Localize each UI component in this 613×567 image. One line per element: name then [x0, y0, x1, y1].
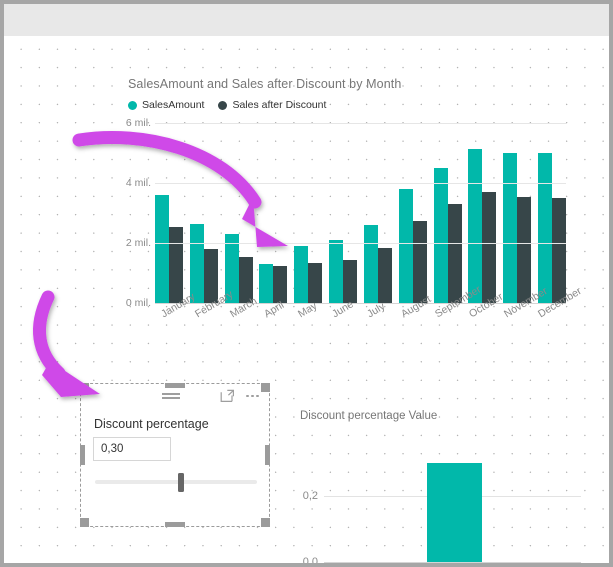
y-axis-tick-label: 6 mil. — [125, 117, 151, 129]
bar[interactable] — [169, 226, 183, 303]
bar[interactable] — [468, 148, 483, 303]
resize-handle-bottom-right[interactable] — [261, 518, 270, 527]
bar[interactable] — [377, 247, 392, 303]
discount-percentage-input[interactable]: 0,30 — [93, 437, 171, 461]
discount-slider-thumb[interactable] — [178, 473, 184, 492]
bar[interactable] — [343, 259, 358, 303]
report-top-band — [4, 4, 609, 36]
y-axis-tick-label: 4 mil. — [125, 177, 151, 189]
legend-item-sales-after-discount[interactable]: Sales after Discount — [218, 99, 326, 111]
bar-group[interactable] — [398, 123, 427, 303]
y-axis-tick-label: 2 mil. — [125, 237, 151, 249]
bar[interactable] — [447, 204, 462, 303]
bar[interactable] — [551, 198, 566, 303]
bar[interactable] — [433, 168, 448, 303]
column-chart-visual[interactable]: SalesAmount and Sales after Discount by … — [108, 70, 584, 380]
legend-item-salesamount[interactable]: SalesAmount — [128, 99, 204, 111]
legend-swatch-sales-after-discount — [218, 100, 228, 110]
bar[interactable] — [329, 240, 344, 303]
bar[interactable] — [308, 262, 323, 303]
bar[interactable] — [155, 195, 169, 303]
bar-group[interactable] — [224, 123, 253, 303]
bar[interactable] — [503, 153, 518, 303]
discount-percentage-slicer[interactable]: Discount percentage 0,30 — [80, 383, 270, 527]
column-chart-x-axis: January February March April May June July Augu… — [155, 284, 583, 366]
resize-handle-middle-left[interactable] — [80, 445, 85, 465]
report-window: SalesAmount and Sales after Discount by … — [0, 0, 613, 567]
bar-group[interactable] — [503, 123, 532, 303]
bar[interactable] — [189, 223, 204, 303]
bar-group[interactable] — [294, 123, 323, 303]
slicer-header-toolbar — [81, 384, 269, 408]
bar-group[interactable] — [537, 123, 566, 303]
filter-icon[interactable] — [161, 389, 181, 403]
gridline: 0,0 — [303, 556, 581, 563]
legend-label-sales-after-discount: Sales after Discount — [232, 99, 327, 111]
gridline: 6 mil. — [126, 117, 566, 129]
bar-group[interactable] — [259, 123, 288, 303]
discount-slider-track[interactable] — [95, 480, 257, 484]
column-chart-title: SalesAmount and Sales after Discount by … — [128, 77, 402, 91]
bar[interactable] — [273, 265, 288, 303]
card-visual-plot-area: 0,0 0,2 — [303, 430, 581, 563]
y-axis-tick-label: 0,0 — [302, 556, 318, 567]
column-chart-bars — [155, 123, 566, 303]
more-options-icon[interactable] — [246, 394, 259, 398]
bar-group[interactable] — [468, 123, 497, 303]
card-visual-title: Discount percentage Value — [300, 410, 438, 422]
bar-group[interactable] — [433, 123, 462, 303]
bar[interactable] — [412, 220, 427, 303]
gridline: 2 mil. — [126, 237, 566, 249]
bar[interactable] — [517, 196, 532, 303]
y-axis-tick-label: 0,2 — [302, 490, 318, 502]
bar[interactable] — [537, 153, 552, 303]
bar[interactable] — [294, 246, 309, 303]
bar-group[interactable] — [189, 123, 218, 303]
gridline: 4 mil. — [126, 177, 566, 189]
bar[interactable] — [363, 225, 378, 303]
bar-group[interactable] — [363, 123, 392, 303]
bar[interactable] — [259, 264, 274, 303]
report-canvas[interactable]: SalesAmount and Sales after Discount by … — [4, 36, 609, 563]
bar[interactable] — [482, 192, 497, 303]
slicer-title: Discount percentage — [94, 417, 209, 431]
resize-handle-bottom-left[interactable] — [80, 518, 89, 527]
legend-label-salesamount: SalesAmount — [142, 99, 205, 111]
discount-percentage-value-visual[interactable]: Discount percentage Value 0,0 0,2 — [286, 406, 596, 563]
column-chart-plot-area: 0 mil. 2 mil. 4 mil. 6 mil. — [126, 117, 566, 309]
resize-handle-middle-right[interactable] — [265, 445, 270, 465]
legend-swatch-salesamount — [128, 100, 137, 110]
bar-group[interactable] — [329, 123, 358, 303]
bar-group[interactable] — [155, 123, 183, 303]
focus-mode-icon[interactable] — [220, 389, 235, 403]
bar[interactable] — [398, 189, 413, 303]
resize-handle-bottom-center[interactable] — [165, 522, 185, 527]
y-axis-tick-label: 0 mil. — [125, 297, 151, 309]
bar[interactable] — [427, 463, 482, 562]
column-chart-legend: SalesAmount Sales after Discount — [128, 99, 326, 111]
